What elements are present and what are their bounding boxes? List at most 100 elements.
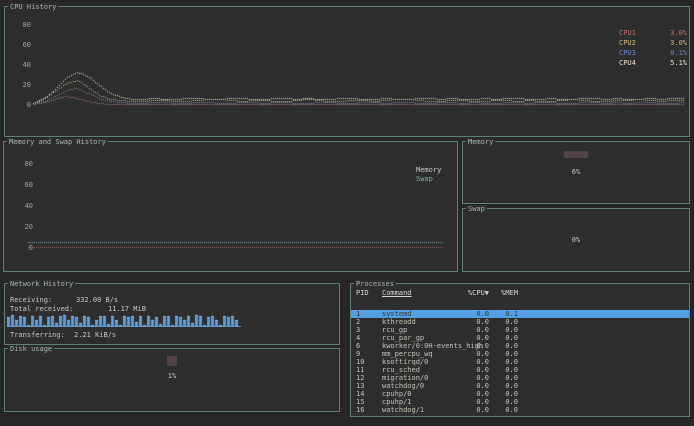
table-row[interactable]: 1 systemd 0.0 0.1: [351, 310, 689, 318]
memory-legend-label: Memory: [416, 166, 441, 174]
disk-usage-title: Disk usage: [8, 345, 54, 353]
header-cpu-sort[interactable]: %CPU▼: [453, 289, 489, 297]
processes-panel: Processes PID Command %CPU▼ %MEM 1 syste…: [350, 283, 690, 417]
process-mem: 0.0: [491, 366, 518, 374]
header-pid[interactable]: PID: [356, 289, 369, 297]
cpu-legend-row: CPU23.0%: [619, 39, 687, 49]
y-axis-tick: 0: [15, 101, 31, 109]
process-cpu: 0.0: [453, 358, 489, 366]
table-row[interactable]: 4 rcu_par_gp 0.0 0.0: [351, 334, 689, 342]
process-command: mm_percpu_wq: [382, 350, 433, 358]
process-command: watchdog/1: [382, 406, 424, 414]
memory-usage-percent: 6%: [463, 168, 689, 176]
process-cpu: 0.0: [453, 318, 489, 326]
cpu-history-title: CPU History: [8, 3, 58, 11]
process-cpu: 0.0: [453, 350, 489, 358]
network-history-title: Network History: [8, 280, 75, 288]
header-command[interactable]: Command: [382, 289, 412, 297]
table-row[interactable]: 16 watchdog/1 0.0 0.0: [351, 406, 689, 414]
transferring-label: Transferring:: [10, 331, 65, 339]
cpu-history-chart: [33, 13, 687, 131]
process-cpu: 0.0: [453, 366, 489, 374]
process-pid: 4: [356, 334, 360, 342]
disk-usage-dots: [167, 356, 177, 366]
process-pid: 9: [356, 350, 360, 358]
network-receiving-line: Receiving: 332.00 B/s: [10, 296, 335, 304]
process-command: cpuhp/0: [382, 390, 412, 398]
table-row[interactable]: 12 migration/0 0.0 0.0: [351, 374, 689, 382]
table-row[interactable]: 14 cpuhp/0 0.0 0.0: [351, 390, 689, 398]
cpu-legend-label: CPU1: [619, 29, 636, 39]
memory-gauge-title: Memory: [466, 138, 495, 146]
total-received-value: 11.17 MiB: [108, 305, 146, 313]
memory-swap-history-panel: Memory and Swap History 806040200 Memory…: [3, 141, 458, 272]
table-row[interactable]: 15 cpuhp/1 0.0 0.0: [351, 398, 689, 406]
cpu-legend-value: 5.1%: [670, 59, 687, 69]
process-command: rcu_sched: [382, 366, 420, 374]
y-axis-tick: 60: [15, 41, 31, 49]
total-received-label: Total received:: [10, 305, 73, 313]
memory-swap-chart: [28, 148, 452, 266]
memory-gauge-panel: Memory 6%: [462, 141, 690, 204]
process-pid: 14: [356, 390, 364, 398]
table-row[interactable]: 3 rcu_gp 0.0 0.0: [351, 326, 689, 334]
memory-swap-history-title: Memory and Swap History: [7, 138, 108, 146]
cpu-legend-label: CPU3: [619, 49, 636, 59]
process-mem: 0.0: [491, 390, 518, 398]
process-pid: 1: [356, 310, 360, 318]
process-pid: 2: [356, 318, 360, 326]
processes-title: Processes: [354, 280, 396, 288]
process-cpu: 0.0: [453, 398, 489, 406]
table-row[interactable]: 2 kthreadd 0.0 0.0: [351, 318, 689, 326]
process-pid: 10: [356, 358, 364, 366]
process-cpu: 0.0: [453, 374, 489, 382]
swap-gauge-panel: Swap 0%: [462, 208, 690, 272]
process-mem: 0.0: [491, 326, 518, 334]
y-axis-tick: 80: [15, 21, 31, 29]
disk-usage-panel: Disk usage 1%: [4, 348, 340, 412]
process-pid: 13: [356, 382, 364, 390]
process-cpu: 0.0: [453, 334, 489, 342]
memory-usage-dots: [564, 151, 588, 158]
process-command: migration/0: [382, 374, 428, 382]
receiving-value: 332.00 B/s: [76, 296, 118, 304]
process-mem: 0.1: [491, 310, 518, 318]
table-row[interactable]: 6 kworker/0:0H-events_high 0.0 0.0: [351, 342, 689, 350]
process-command: rcu_gp: [382, 326, 407, 334]
process-pid: 15: [356, 398, 364, 406]
cpu-legend-label: CPU4: [619, 59, 636, 69]
process-cpu: 0.0: [453, 342, 489, 350]
header-mem[interactable]: %MEM: [491, 289, 518, 297]
transferring-value: 2.21 KiB/s: [74, 331, 116, 339]
disk-usage-percent: 1%: [5, 372, 339, 380]
process-mem: 0.0: [491, 318, 518, 326]
cpu-legend-row: CPU1 3.0%: [619, 29, 687, 39]
table-row[interactable]: 10 ksoftirqd/0 0.0 0.0: [351, 358, 689, 366]
table-row[interactable]: 11 rcu_sched 0.0 0.0: [351, 366, 689, 374]
y-axis-tick: 40: [15, 61, 31, 69]
process-mem: 0.0: [491, 334, 518, 342]
process-command: ksoftirqd/0: [382, 358, 428, 366]
process-mem: 0.0: [491, 406, 518, 414]
process-table-header: PID Command %CPU▼ %MEM: [351, 289, 689, 297]
process-cpu: 0.0: [453, 406, 489, 414]
table-row[interactable]: 9 mm_percpu_wq 0.0 0.0: [351, 350, 689, 358]
process-mem: 0.0: [491, 374, 518, 382]
process-pid: 12: [356, 374, 364, 382]
y-axis-tick: 20: [15, 81, 31, 89]
network-transferring-line: Transferring: 2.21 KiB/s: [10, 331, 335, 339]
process-cpu: 0.0: [453, 326, 489, 334]
process-mem: 0.0: [491, 382, 518, 390]
process-command: systemd: [382, 310, 412, 318]
process-command: watchdog/0: [382, 382, 424, 390]
process-cpu: 0.0: [453, 310, 489, 318]
network-receiving-chart: [7, 314, 247, 327]
table-row[interactable]: 13 watchdog/0 0.0 0.0: [351, 382, 689, 390]
process-mem: 0.0: [491, 358, 518, 366]
cpu-legend-row: CPU4 5.1%: [619, 59, 687, 69]
swap-legend-label: Swap: [416, 175, 433, 183]
process-command: kthreadd: [382, 318, 416, 326]
cpu-legend-row: CPU30.1%: [619, 49, 687, 59]
cpu-legend-value: 3.0%: [670, 29, 687, 39]
process-mem: 0.0: [491, 398, 518, 406]
